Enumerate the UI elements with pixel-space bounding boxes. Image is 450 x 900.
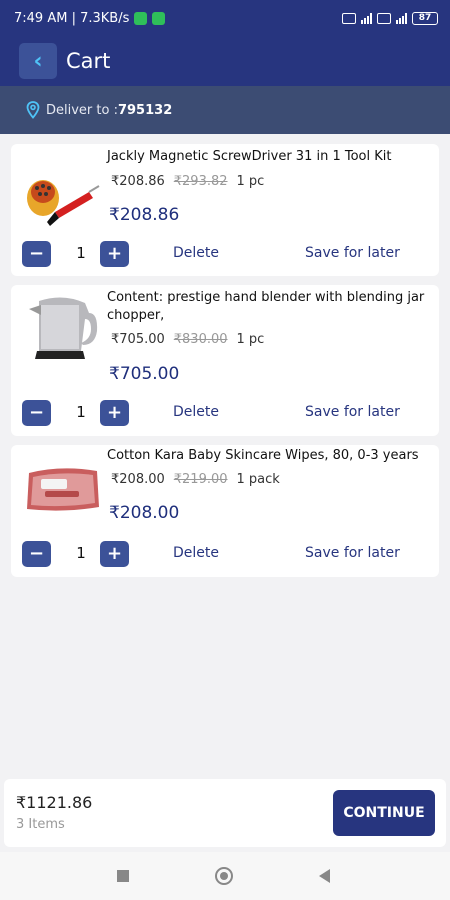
quantity-value: 1 <box>76 403 86 421</box>
status-time: 7:49 AM | 7.3KB/s <box>14 10 130 26</box>
product-image <box>29 297 98 359</box>
battery-icon: 87 <box>412 11 438 25</box>
delivery-label: Deliver to : <box>46 102 118 118</box>
unit-price: ₹208.00 <box>111 472 165 487</box>
mrp-price: ₹830.00 <box>173 332 228 347</box>
quantity-row: − 1 + Delete Save for later <box>22 541 422 567</box>
decrease-quantity-button[interactable]: − <box>22 241 51 267</box>
delivery-bar[interactable]: Deliver to : 795132 <box>0 86 450 134</box>
plus-icon: + <box>106 402 123 423</box>
product-name[interactable]: Cotton Kara Baby Skincare Wipes, 80, 0-3… <box>107 447 433 465</box>
delete-button[interactable]: Delete <box>173 404 219 420</box>
increase-quantity-button[interactable]: + <box>100 241 129 267</box>
delete-button[interactable]: Delete <box>173 545 219 561</box>
quantity-value: 1 <box>76 244 86 262</box>
decrease-quantity-button[interactable]: − <box>22 541 51 567</box>
whatsapp-icon <box>134 11 148 25</box>
chevron-left-icon: ‹ <box>33 48 43 74</box>
increase-quantity-button[interactable]: + <box>100 541 129 567</box>
decrease-quantity-button[interactable]: − <box>22 400 51 426</box>
save-for-later-button[interactable]: Save for later <box>305 545 400 561</box>
signal-icon <box>361 12 372 24</box>
price-row: ₹705.00 ₹830.00 1 pc <box>111 332 264 347</box>
product-image <box>27 180 100 226</box>
product-name[interactable]: Jackly Magnetic ScrewDriver 31 in 1 Tool… <box>107 148 433 166</box>
increase-quantity-button[interactable]: + <box>100 400 129 426</box>
plus-icon: + <box>106 543 123 564</box>
save-for-later-button[interactable]: Save for later <box>305 404 400 420</box>
unit-size: 1 pack <box>236 472 280 487</box>
cart-item: Cotton Kara Baby Skincare Wipes, 80, 0-3… <box>11 445 439 577</box>
product-image <box>27 468 99 511</box>
back-triangle-icon[interactable] <box>319 869 330 883</box>
minus-icon: − <box>28 402 45 423</box>
checkout-bar: ₹1121.86 3 Items CONTINUE <box>4 779 446 847</box>
item-total: ₹208.00 <box>109 503 180 523</box>
whatsapp-icon <box>152 11 166 25</box>
back-button[interactable]: ‹ <box>19 43 57 79</box>
minus-icon: − <box>28 543 45 564</box>
signal-icon <box>396 12 407 24</box>
cart-item: Content: prestige hand blender with blen… <box>11 285 439 436</box>
continue-button[interactable]: CONTINUE <box>333 790 435 836</box>
recent-apps-icon[interactable] <box>117 870 129 882</box>
sim-icon <box>377 12 391 24</box>
mrp-price: ₹293.82 <box>173 174 228 189</box>
quantity-row: − 1 + Delete Save for later <box>22 241 422 267</box>
system-nav-bar <box>0 852 450 900</box>
unit-size: 1 pc <box>236 174 265 189</box>
mrp-price: ₹219.00 <box>173 472 228 487</box>
app-bar: ‹ Cart <box>0 36 450 86</box>
item-total: ₹208.86 <box>109 205 180 225</box>
quantity-value: 1 <box>76 544 86 562</box>
home-icon[interactable] <box>215 867 233 885</box>
price-row: ₹208.00 ₹219.00 1 pack <box>111 472 280 487</box>
minus-icon: − <box>28 243 45 264</box>
location-pin-icon <box>26 101 40 119</box>
quantity-row: − 1 + Delete Save for later <box>22 400 422 426</box>
delete-button[interactable]: Delete <box>173 245 219 261</box>
cart-total: ₹1121.86 <box>16 793 93 812</box>
cart-item: Jackly Magnetic ScrewDriver 31 in 1 Tool… <box>11 144 439 276</box>
status-bar: 7:49 AM | 7.3KB/s 87 <box>0 0 450 36</box>
unit-price: ₹705.00 <box>111 332 165 347</box>
delivery-pincode: 795132 <box>117 102 173 118</box>
save-for-later-button[interactable]: Save for later <box>305 245 400 261</box>
item-total: ₹705.00 <box>109 364 180 384</box>
unit-size: 1 pc <box>236 332 265 347</box>
plus-icon: + <box>106 243 123 264</box>
unit-price: ₹208.86 <box>111 174 165 189</box>
items-count: 3 Items <box>16 817 65 832</box>
product-name[interactable]: Content: prestige hand blender with blen… <box>107 289 433 325</box>
page-title: Cart <box>66 49 111 73</box>
sim-icon <box>342 12 356 24</box>
price-row: ₹208.86 ₹293.82 1 pc <box>111 174 264 189</box>
